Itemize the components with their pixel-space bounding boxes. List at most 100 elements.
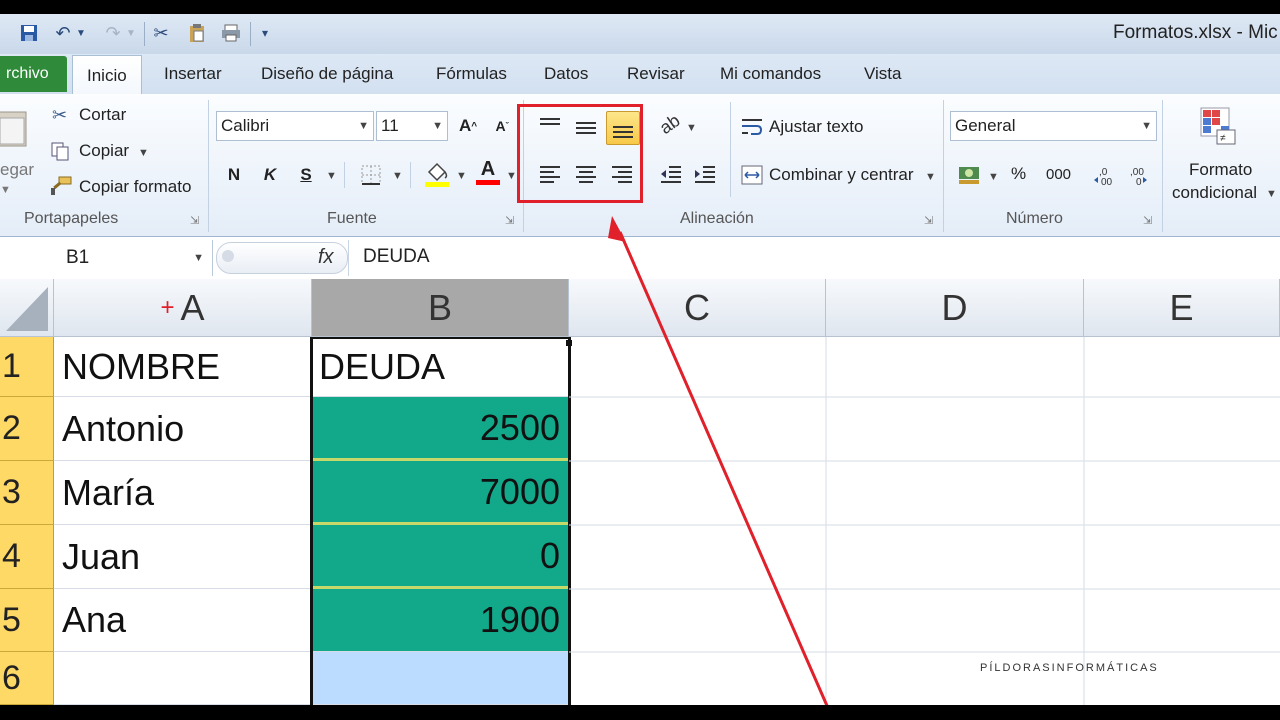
- clipboard-launcher-icon[interactable]: ⇲: [190, 214, 199, 227]
- number-launcher-icon[interactable]: ⇲: [1143, 214, 1152, 227]
- cell-a3[interactable]: María: [54, 461, 312, 525]
- watermark: PÍLDORASINFORMÁTICAS: [980, 662, 1159, 674]
- paste-icon[interactable]: [186, 22, 208, 44]
- separator: [344, 162, 345, 188]
- column-header-b[interactable]: B: [312, 279, 569, 337]
- cursor-plus-icon: +: [160, 293, 175, 321]
- conditional-format-icon[interactable]: ≠: [1199, 106, 1243, 153]
- orientation-dropdown-icon[interactable]: ▼: [686, 122, 697, 134]
- tab-insert[interactable]: Insertar: [164, 54, 222, 94]
- conditional-format-label-1[interactable]: Formato: [1189, 160, 1252, 180]
- tab-review[interactable]: Revisar: [627, 54, 685, 94]
- undo-dropdown-icon[interactable]: ▼: [74, 22, 88, 44]
- paste-dropdown-icon[interactable]: ▼: [0, 184, 11, 196]
- merge-center-icon: [741, 165, 763, 190]
- percent-button[interactable]: %: [1011, 164, 1026, 184]
- copy-dropdown-icon[interactable]: ▼: [138, 147, 149, 159]
- cell-a6[interactable]: [54, 652, 312, 705]
- tab-formulas[interactable]: Fórmulas: [436, 54, 507, 94]
- row-header[interactable]: 4: [0, 525, 54, 589]
- shrink-font-button[interactable]: Aˇ: [486, 111, 518, 141]
- tab-my-commands[interactable]: Mi comandos: [720, 54, 821, 94]
- wrap-text-button[interactable]: Ajustar texto: [769, 117, 864, 137]
- cut-icon[interactable]: ✂: [150, 22, 172, 44]
- svg-text:00: 00: [1101, 177, 1113, 186]
- column-header-c[interactable]: C: [569, 279, 826, 337]
- fill-color-dropdown-icon[interactable]: ▼: [456, 170, 467, 182]
- currency-icon[interactable]: [957, 164, 981, 191]
- select-all-button[interactable]: [0, 279, 54, 337]
- underline-button[interactable]: S: [290, 160, 322, 190]
- tab-file[interactable]: rchivo: [0, 56, 67, 92]
- currency-dropdown-icon[interactable]: ▼: [988, 171, 999, 183]
- font-name-combo[interactable]: Calibri ▼: [216, 111, 374, 141]
- row-header[interactable]: 1: [0, 337, 54, 397]
- group-separator: [943, 100, 944, 232]
- underline-dropdown-icon[interactable]: ▼: [326, 170, 337, 182]
- paste-large-icon[interactable]: [0, 108, 30, 148]
- row-header[interactable]: 2: [0, 397, 54, 461]
- thousands-button[interactable]: 000: [1046, 166, 1071, 183]
- decrease-decimal-icon[interactable]: ,00 0: [1128, 164, 1154, 191]
- cell-a2[interactable]: Antonio: [54, 397, 312, 461]
- merge-center-button[interactable]: Combinar y centrar: [769, 165, 914, 185]
- redo-dropdown-icon[interactable]: ▼: [124, 22, 138, 44]
- column-header-d[interactable]: D: [826, 279, 1084, 337]
- font-color-dropdown-icon[interactable]: ▼: [506, 170, 517, 182]
- copy-button[interactable]: Copiar: [79, 141, 129, 161]
- font-size-combo[interactable]: 11 ▼: [376, 111, 448, 141]
- font-color-button[interactable]: A: [474, 158, 502, 188]
- name-box[interactable]: B1 ▼: [0, 240, 213, 276]
- borders-dropdown-icon[interactable]: ▼: [392, 170, 403, 182]
- borders-icon[interactable]: [361, 165, 381, 190]
- grow-font-button[interactable]: A ^: [452, 111, 484, 141]
- customize-toolbar-icon[interactable]: ▾: [256, 22, 274, 44]
- chevron-down-icon: ▼: [432, 120, 443, 132]
- conditional-format-label-2[interactable]: condicional: [1172, 183, 1257, 203]
- separator: [730, 102, 731, 197]
- column-header-e[interactable]: E: [1084, 279, 1280, 337]
- alignment-launcher-icon[interactable]: ⇲: [924, 214, 933, 227]
- name-box-value: B1: [66, 247, 90, 268]
- group-separator: [1162, 100, 1163, 232]
- tab-data[interactable]: Datos: [544, 54, 588, 94]
- cut-button[interactable]: Cortar: [79, 105, 126, 125]
- copy-icon: [50, 141, 70, 166]
- tab-page-layout[interactable]: Diseño de página: [261, 54, 393, 94]
- wrap-text-icon: [741, 117, 763, 142]
- number-format-combo[interactable]: General ▼: [950, 111, 1157, 141]
- conditional-format-dropdown-icon[interactable]: ▼: [1266, 188, 1277, 200]
- increase-indent-icon[interactable]: [694, 164, 716, 189]
- fill-color-icon[interactable]: [424, 160, 450, 193]
- increase-decimal-icon[interactable]: ,0 00: [1093, 164, 1119, 191]
- formula-input[interactable]: DEUDA: [363, 246, 430, 268]
- row-header[interactable]: 6: [0, 652, 54, 705]
- merge-dropdown-icon[interactable]: ▼: [925, 171, 936, 183]
- undo-icon[interactable]: ↶: [52, 22, 74, 44]
- save-icon[interactable]: [18, 22, 40, 44]
- paste-label[interactable]: egar: [0, 160, 34, 180]
- tab-home[interactable]: Inicio: [72, 55, 142, 96]
- row-header[interactable]: 5: [0, 589, 54, 652]
- italic-button[interactable]: K: [254, 160, 286, 190]
- font-launcher-icon[interactable]: ⇲: [505, 214, 514, 227]
- bold-button[interactable]: N: [218, 160, 250, 190]
- cell-a4[interactable]: Juan: [54, 525, 312, 589]
- separator: [348, 240, 349, 276]
- font-name-value: Calibri: [221, 116, 270, 135]
- screen-edge: [0, 705, 1280, 720]
- number-format-value: General: [955, 116, 1016, 135]
- cell-a5[interactable]: Ana: [54, 589, 312, 652]
- name-box-dropdown-icon: ▼: [193, 252, 204, 264]
- row-header[interactable]: 3: [0, 461, 54, 525]
- fx-icon[interactable]: fx: [318, 246, 334, 269]
- chevron-down-icon: ▼: [358, 120, 369, 132]
- separator: [250, 22, 251, 46]
- redo-icon[interactable]: ↷: [102, 22, 124, 44]
- cell-a1[interactable]: NOMBRE: [54, 337, 312, 397]
- format-painter-button[interactable]: Copiar formato: [79, 177, 191, 197]
- column-header-a[interactable]: + A: [54, 279, 312, 337]
- print-icon[interactable]: [220, 22, 242, 44]
- decrease-indent-icon[interactable]: [660, 164, 682, 189]
- tab-view[interactable]: Vista: [864, 54, 902, 94]
